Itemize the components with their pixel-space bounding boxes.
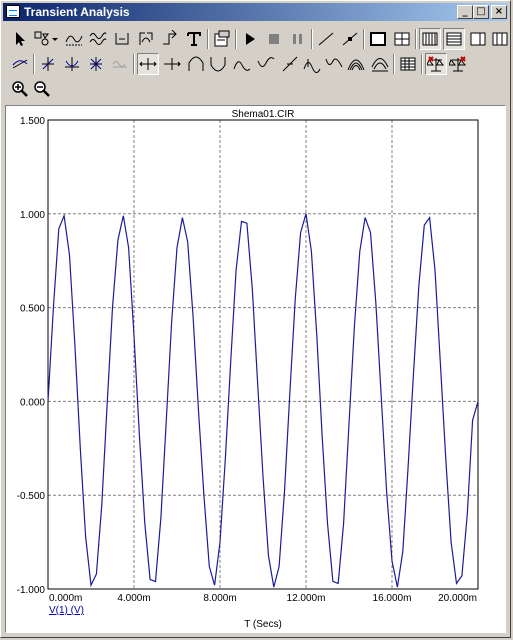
- toolbar-separator: [235, 29, 237, 49]
- y-tick-label: 0.500: [20, 304, 45, 315]
- transient-chart: 0.000m 4.000m 8.000m 12.000m 16.000m 20.000m 1…: [17, 109, 479, 630]
- plot-frame: [47, 119, 479, 590]
- text-icon[interactable]: [183, 28, 205, 50]
- inflection-icon[interactable]: [279, 53, 301, 75]
- global-low-icon[interactable]: [369, 53, 391, 75]
- transient-analysis-window: Transient Analysis _ □ × 0.000m 4.000m 8…: [0, 0, 511, 638]
- title-bar[interactable]: Transient Analysis _ □ ×: [3, 3, 508, 21]
- y-tick-label: -0.500: [17, 491, 46, 502]
- toolbar-separator: [363, 29, 365, 49]
- point-icon[interactable]: [301, 53, 323, 75]
- y-tick-label: 0.000: [20, 397, 45, 408]
- run-icon[interactable]: [239, 28, 261, 50]
- multi-wave-icon[interactable]: [87, 28, 109, 50]
- dot-line-icon[interactable]: [339, 28, 361, 50]
- pulse-icon[interactable]: [323, 53, 345, 75]
- valley-icon[interactable]: [207, 53, 229, 75]
- series-label: V(1) (V): [49, 605, 84, 616]
- chart-title: Shema01.CIR: [232, 109, 295, 120]
- series-line: [47, 213, 479, 588]
- toolbar-separator: [421, 54, 423, 74]
- grid-columns-icon[interactable]: [467, 28, 489, 50]
- x-tick-label: 8.000m: [203, 593, 236, 604]
- table-icon[interactable]: [397, 53, 419, 75]
- cross-icon[interactable]: [61, 53, 83, 75]
- stop-icon[interactable]: [263, 28, 285, 50]
- y-tick-label: -1.000: [17, 585, 46, 596]
- plot-area[interactable]: 0.000m 4.000m 8.000m 12.000m 16.000m 20.000m 1…: [5, 105, 506, 633]
- y-tick-label: 1.500: [20, 116, 45, 127]
- x-tick-label: 20.000m: [438, 593, 477, 604]
- toolbar-row-2: [5, 52, 510, 76]
- x-tick-label: 16.000m: [373, 593, 412, 604]
- high-icon[interactable]: [231, 53, 253, 75]
- toolbar-row-3: [5, 77, 85, 101]
- toolbar-separator: [207, 29, 209, 49]
- toolbar-separator: [311, 29, 313, 49]
- window-title: Transient Analysis: [24, 5, 130, 19]
- tangent-icon[interactable]: [9, 53, 31, 75]
- line-icon[interactable]: [315, 28, 337, 50]
- marker-icon[interactable]: [85, 53, 107, 75]
- select-arrow-icon[interactable]: [9, 28, 31, 50]
- dropdown-arrow-icon[interactable]: [49, 28, 61, 50]
- vertical-lines-icon[interactable]: [419, 28, 441, 50]
- auto-scale-icon[interactable]: [447, 53, 469, 75]
- cursor-right-icon[interactable]: [161, 53, 183, 75]
- maximize-button[interactable]: □: [473, 5, 489, 19]
- x-tick-label: 0.000m: [49, 593, 82, 604]
- grid-columns-2-icon[interactable]: [489, 28, 511, 50]
- cursor-left-right-icon[interactable]: [137, 53, 159, 75]
- peak-icon[interactable]: [185, 53, 207, 75]
- properties-icon[interactable]: [211, 28, 233, 50]
- low-icon[interactable]: [255, 53, 277, 75]
- zoom-in-icon[interactable]: [9, 78, 31, 100]
- single-box-icon[interactable]: [367, 28, 389, 50]
- fixed-scale-icon[interactable]: [425, 53, 447, 75]
- grid-box-icon[interactable]: [391, 28, 413, 50]
- x-tick-label: 4.000m: [117, 593, 150, 604]
- toolbar-separator: [393, 54, 395, 74]
- zoom-out-icon[interactable]: [31, 78, 53, 100]
- cursor-icon[interactable]: [135, 28, 157, 50]
- app-icon: [6, 5, 20, 18]
- faded-wave-icon[interactable]: [109, 53, 131, 75]
- slope-icon[interactable]: [37, 53, 59, 75]
- waveform-icon[interactable]: [63, 28, 85, 50]
- x-tick-label: 12.000m: [287, 593, 326, 604]
- global-high-icon[interactable]: [345, 53, 367, 75]
- bracket-icon[interactable]: [111, 28, 133, 50]
- minimize-button[interactable]: _: [457, 5, 473, 19]
- derivative-icon[interactable]: [159, 28, 181, 50]
- close-button[interactable]: ×: [491, 5, 507, 19]
- toolbar-separator: [133, 54, 135, 74]
- y-tick-label: 1.000: [20, 210, 45, 221]
- pause-icon[interactable]: [287, 28, 309, 50]
- x-axis-label: T (Secs): [244, 619, 282, 630]
- toolbar-separator: [33, 54, 35, 74]
- toolbar-row-1: [5, 27, 510, 51]
- horizontal-lines-icon[interactable]: [443, 28, 465, 50]
- toolbar-separator: [415, 29, 417, 49]
